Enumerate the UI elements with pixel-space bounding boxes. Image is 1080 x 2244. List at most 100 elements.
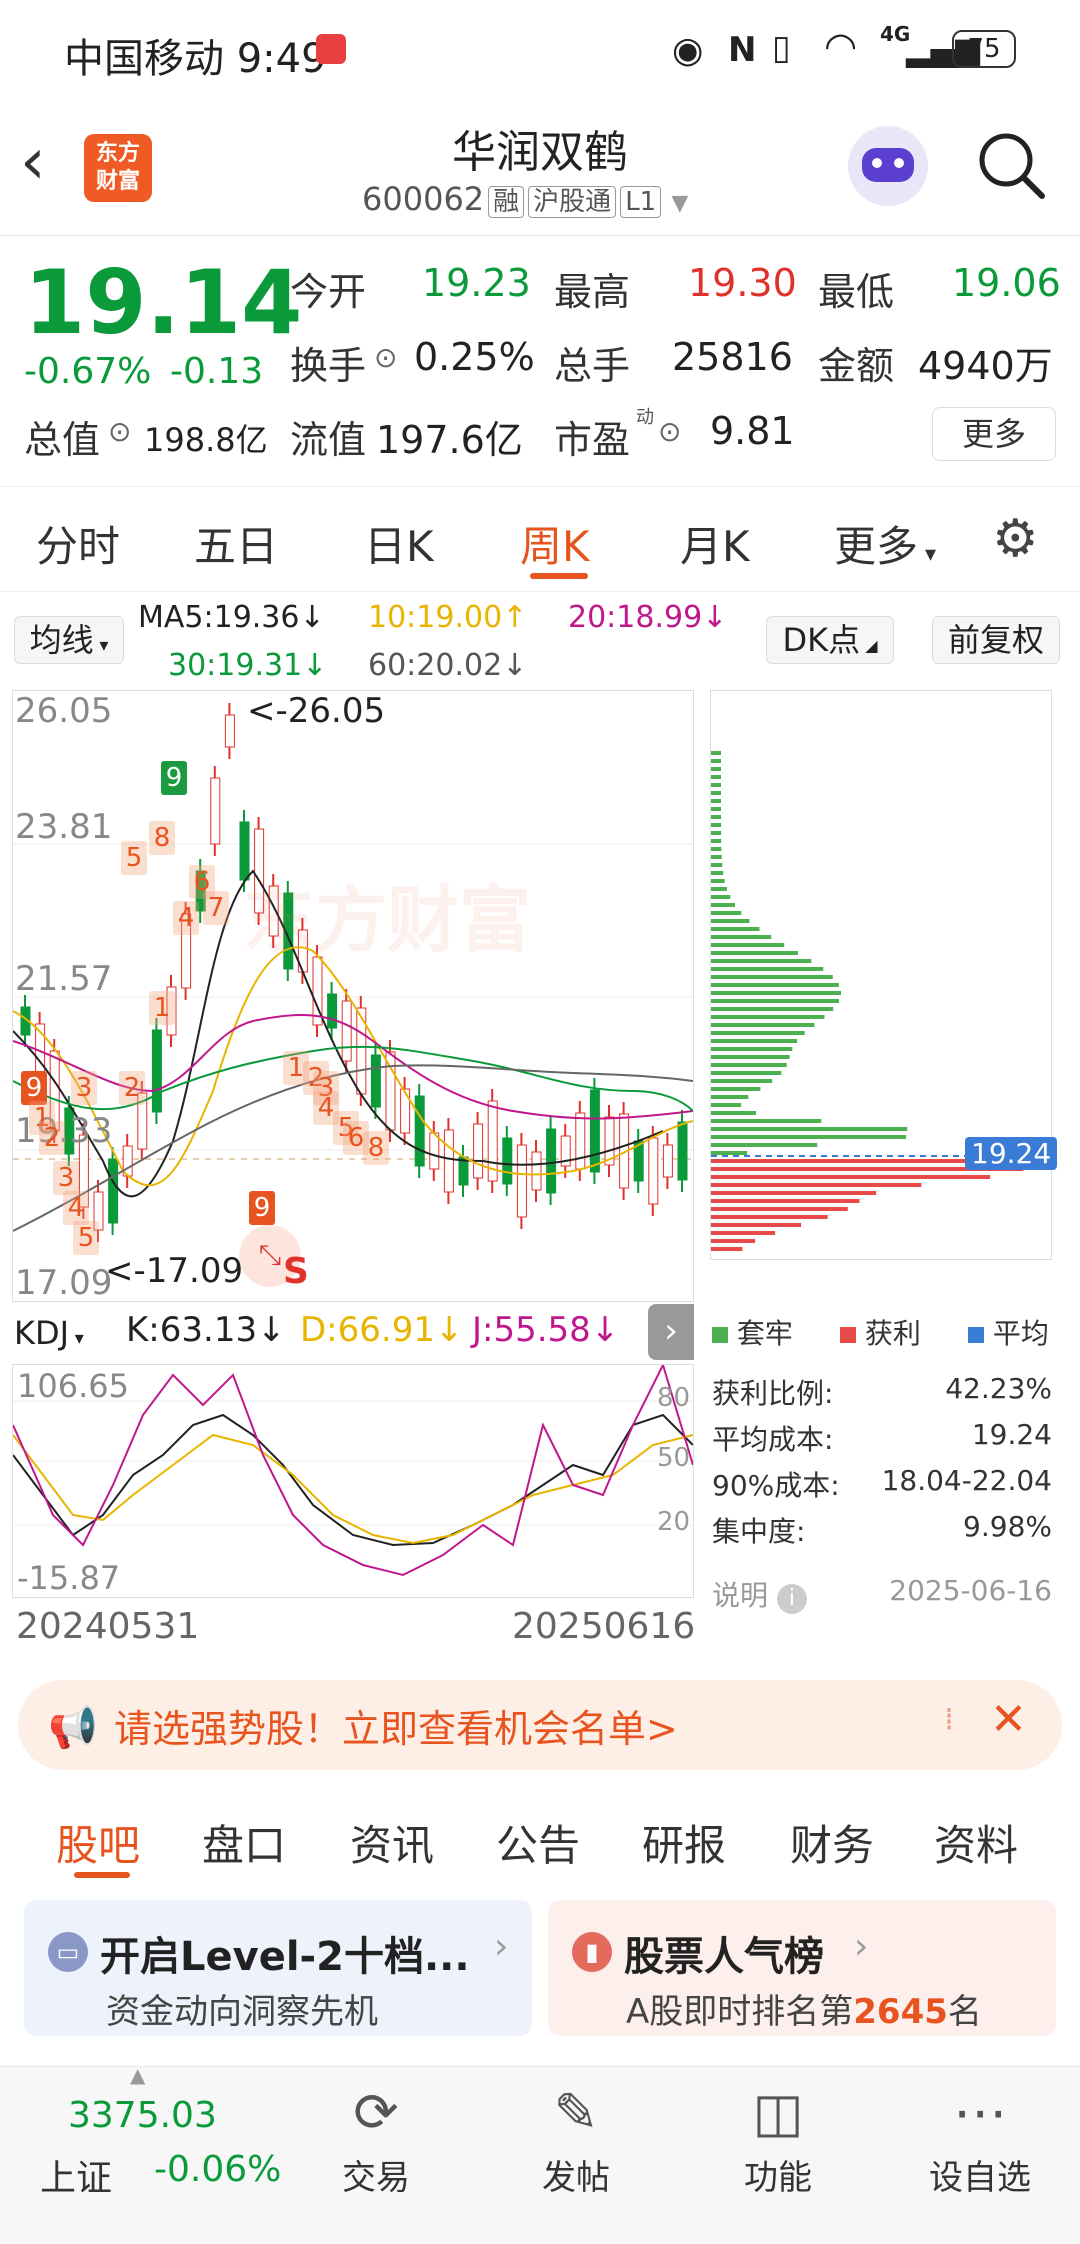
kdj-select[interactable]: KDJ ▾ bbox=[14, 1310, 122, 1358]
stat-value: 19.24 bbox=[971, 1418, 1052, 1451]
chip-bar bbox=[711, 1239, 756, 1243]
ma-select[interactable]: 均线 ▾ bbox=[14, 616, 124, 664]
candle-body bbox=[443, 1129, 454, 1193]
pe-value: 9.81 bbox=[710, 409, 795, 453]
open-label: 今开 bbox=[290, 270, 367, 314]
candle-body bbox=[502, 1137, 513, 1185]
chip-note[interactable]: 说明 i bbox=[712, 1574, 807, 1614]
candle-body bbox=[151, 1029, 162, 1113]
stock-header: ‹ 东方 财富 华润双鹤 600062 融沪股通 L1 ▼ bbox=[0, 100, 1080, 236]
chip-bar bbox=[711, 1215, 828, 1219]
settings-gear-icon[interactable]: ⚙ bbox=[992, 509, 1039, 569]
tab-daily-k[interactable]: 日K bbox=[364, 513, 434, 574]
candle-body bbox=[414, 1095, 425, 1167]
tab-more-periods[interactable]: 更多 ▾ bbox=[834, 513, 936, 574]
signal-marker: 5 bbox=[121, 841, 147, 875]
avg-cost-marker: 19.24 bbox=[965, 1137, 1058, 1170]
info-icon[interactable]: ⊙ bbox=[658, 415, 681, 448]
stock-code: 600062 bbox=[362, 180, 485, 218]
volume-value: 25816 bbox=[672, 335, 793, 379]
tab-five-day[interactable]: 五日 bbox=[194, 513, 278, 574]
date-start: 20240531 bbox=[16, 1606, 200, 1647]
tab-announcements[interactable]: 公告 bbox=[496, 1812, 580, 1873]
kline-chart[interactable]: 东方财富 26.05 23.81 21.57 19.33 17.09 <-26.… bbox=[12, 690, 694, 1302]
chip-bar bbox=[711, 991, 842, 995]
chip-bar bbox=[711, 943, 785, 947]
signal-marker: 8 bbox=[363, 1131, 389, 1165]
post-button[interactable]: ✎ 发帖 bbox=[516, 2081, 636, 2199]
tab-news[interactable]: 资讯 bbox=[350, 1812, 434, 1873]
functions-button[interactable]: ◫ 功能 bbox=[718, 2081, 838, 2199]
active-tab-indicator bbox=[530, 573, 588, 579]
signal-marker: 9 bbox=[161, 761, 187, 795]
trade-button[interactable]: ⟳ 交易 bbox=[316, 2081, 436, 2199]
tab-financials[interactable]: 财务 bbox=[790, 1812, 874, 1873]
volume-label: 总手 bbox=[554, 344, 631, 388]
chip-bar bbox=[711, 1183, 922, 1187]
robot-assistant-icon[interactable] bbox=[848, 126, 928, 206]
status-bar: 中国移动 9:49 ◉ N ▯ ◠ 4G ▂▄▆ 75 bbox=[0, 0, 1080, 100]
caret-up-icon[interactable]: ▲ bbox=[130, 2063, 145, 2087]
popularity-card[interactable]: ▮ 股票人气榜 › A股即时排名第2645名 bbox=[548, 1900, 1056, 2036]
candle-body bbox=[327, 993, 338, 1029]
chip-bar bbox=[711, 1135, 907, 1139]
tab-monthly-k[interactable]: 月K bbox=[680, 513, 750, 574]
tab-forum[interactable]: 股吧 bbox=[56, 1812, 140, 1873]
chip-bar bbox=[711, 927, 760, 931]
add-watchlist-button[interactable]: ⋯ 设自选 bbox=[920, 2081, 1040, 2199]
info-icon[interactable]: ⊙ bbox=[374, 341, 397, 374]
index-name[interactable]: 上证 bbox=[40, 2149, 112, 2201]
chip-bar bbox=[711, 855, 722, 859]
signal-marker: 2 bbox=[119, 1071, 145, 1105]
chip-bar bbox=[711, 1175, 991, 1179]
chip-bar bbox=[711, 1071, 782, 1075]
kdj-chart[interactable]: 106.65 -15.87 80 50 20 bbox=[12, 1364, 694, 1598]
dropdown-icon: ▼ bbox=[671, 191, 689, 216]
turnover-value: 0.25% bbox=[414, 335, 535, 379]
kdj-level-20: 20 bbox=[657, 1507, 691, 1537]
kdj-level-50: 50 bbox=[657, 1443, 691, 1473]
search-icon[interactable] bbox=[976, 130, 1048, 202]
chip-bar bbox=[711, 831, 722, 835]
tab-weekly-k[interactable]: 周K bbox=[520, 513, 590, 574]
chip-bar bbox=[711, 1079, 773, 1083]
wifi-icon: ◠ bbox=[824, 24, 858, 68]
index-value[interactable]: 3375.03 bbox=[68, 2095, 217, 2136]
dk-select[interactable]: DK点 ◢ bbox=[766, 616, 894, 664]
chip-bar bbox=[711, 1223, 802, 1227]
signal-marker: 4 bbox=[173, 901, 199, 935]
high-value: 19.30 bbox=[688, 261, 797, 305]
chip-bar bbox=[711, 1031, 805, 1035]
chip-bar bbox=[711, 751, 721, 755]
expand-panel-arrow-icon[interactable]: › bbox=[648, 1304, 694, 1360]
kdj-level-80: 80 bbox=[657, 1383, 691, 1413]
ranking-icon: ▮ bbox=[572, 1932, 612, 1972]
candle-body bbox=[516, 1144, 527, 1218]
info-icon[interactable]: ⊙ bbox=[108, 415, 131, 448]
tab-research[interactable]: 研报 bbox=[642, 1812, 726, 1873]
banner-text: 请选强势股！立即查看机会名单> bbox=[114, 1707, 678, 1751]
chip-bar bbox=[711, 807, 722, 811]
more-quote-button[interactable]: 更多 bbox=[932, 407, 1056, 461]
chip-bar bbox=[711, 887, 727, 891]
megaphone-icon: 📢 bbox=[48, 1705, 98, 1751]
stat-label: 90%成本: bbox=[712, 1469, 840, 1502]
tab-intraday[interactable]: 分时 bbox=[36, 513, 120, 574]
card-title: 股票人气榜 bbox=[624, 1934, 824, 1980]
index-change[interactable]: -0.06% bbox=[154, 2149, 281, 2190]
connect-tag: 沪股通 bbox=[528, 186, 617, 218]
close-icon[interactable]: ✕ bbox=[990, 1694, 1027, 1745]
vibrate-icon: ▯ bbox=[772, 28, 791, 68]
tab-orderbook[interactable]: 盘口 bbox=[202, 1812, 286, 1873]
promo-banner[interactable]: 📢 请选强势股！立即查看机会名单> ⁞ ✕ bbox=[18, 1680, 1062, 1770]
tab-profile[interactable]: 资料 bbox=[934, 1812, 1018, 1873]
amount-value: 4940万 bbox=[918, 344, 1053, 388]
adjust-select[interactable]: 前复权 bbox=[932, 616, 1060, 664]
level2-card[interactable]: ▭ 开启Level-2十档... › 资金动向洞察先机 bbox=[24, 1900, 532, 2036]
stock-code-row[interactable]: 600062 融沪股通 L1 ▼ bbox=[362, 180, 688, 218]
level2-icon: ▭ bbox=[48, 1932, 88, 1972]
signal-marker: 2 bbox=[39, 1121, 65, 1155]
stat-label: 平均成本: bbox=[712, 1423, 834, 1456]
chip-bar bbox=[711, 1103, 742, 1107]
candle-body bbox=[677, 1121, 688, 1181]
